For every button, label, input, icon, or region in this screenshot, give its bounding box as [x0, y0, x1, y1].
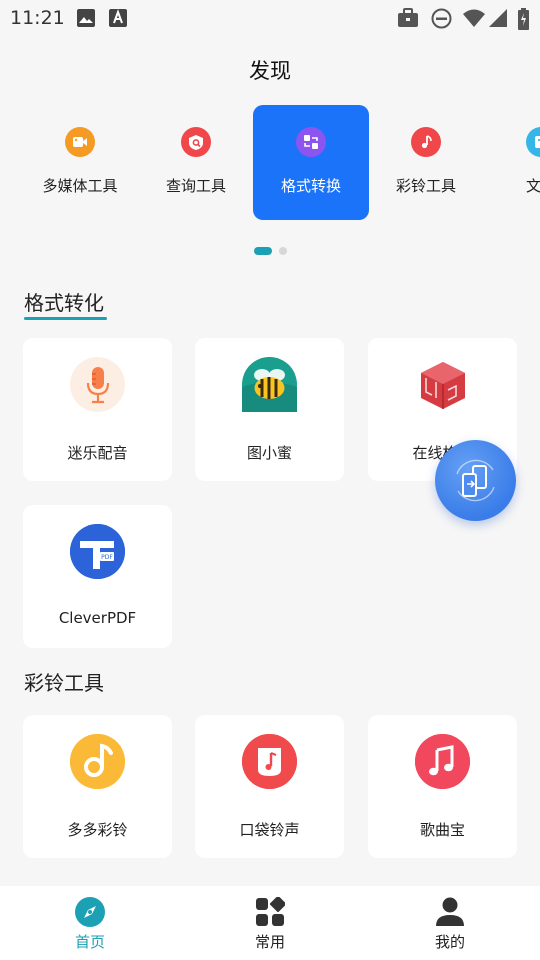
tab-label: 彩铃工具: [395, 177, 456, 195]
pocket-music-icon: [242, 734, 297, 789]
tab-query-tools[interactable]: 查询工具: [138, 105, 254, 220]
category-tabs: 多媒体工具 查询工具 格式转换 彩铃工具 文字: [0, 105, 540, 220]
app-card-duoduo-ringtone[interactable]: 多多彩铃: [23, 715, 172, 858]
a-box-icon: [109, 9, 127, 27]
cube-logo-icon: [415, 357, 470, 412]
text-icon: [526, 127, 540, 157]
shield-search-icon: [181, 127, 211, 157]
tab-format-conversion[interactable]: 格式转换: [253, 105, 369, 220]
app-card-gequbao[interactable]: 歌曲宝: [368, 715, 517, 858]
pdf-logo-icon: PDF: [70, 524, 125, 579]
tab-ringtone-tools[interactable]: 彩铃工具: [368, 105, 484, 220]
microphone-icon: [70, 357, 125, 412]
phone-transfer-icon: [456, 459, 495, 502]
image-icon: [77, 9, 95, 27]
app-label: 歌曲宝: [419, 821, 465, 839]
convert-icon: [296, 127, 326, 157]
app-label: 图小蜜: [246, 444, 292, 462]
person-icon: [436, 897, 464, 926]
nav-label: 常用: [254, 933, 285, 951]
bottom-navigation: 首页 常用 我的: [0, 886, 540, 960]
compass-icon: [75, 897, 105, 927]
signal-icon: [489, 9, 507, 27]
nav-common[interactable]: 常用: [180, 886, 360, 960]
briefcase-icon: [398, 8, 418, 27]
nav-label: 首页: [74, 933, 105, 951]
music-note-icon: [411, 127, 441, 157]
nav-mine[interactable]: 我的: [360, 886, 540, 960]
nav-label: 我的: [434, 933, 465, 951]
battery-icon: [518, 8, 529, 30]
tab-label: 多媒体工具: [42, 177, 118, 195]
section-title-ringtone: 彩铃工具: [24, 671, 104, 695]
do-not-disturb-icon: [431, 8, 452, 29]
page-dot: [279, 247, 287, 255]
wifi-icon: [463, 9, 485, 27]
page-dot-active: [254, 247, 272, 255]
tab-label: 查询工具: [165, 177, 226, 195]
music-note-icon: [70, 734, 125, 789]
app-label: CleverPDF: [58, 609, 137, 627]
music-notes-icon: [415, 734, 470, 789]
page-title: 发现: [249, 59, 291, 83]
grid-icon: [256, 897, 285, 926]
status-bar: 11:21: [0, 0, 540, 36]
app-card-tuxiaomi[interactable]: 图小蜜: [195, 338, 344, 481]
tab-label: 文字: [525, 177, 540, 195]
app-label: 迷乐配音: [67, 444, 128, 462]
app-label: 口袋铃声: [239, 821, 300, 839]
tab-text-tools[interactable]: 文字: [483, 105, 540, 220]
section-title-format: 格式转化: [24, 287, 107, 320]
svg-text:PDF: PDF: [101, 554, 113, 561]
app-card-mile-dubbing[interactable]: 迷乐配音: [23, 338, 172, 481]
nav-home[interactable]: 首页: [0, 886, 180, 960]
tab-multimedia-tools[interactable]: 多媒体工具: [22, 105, 138, 220]
app-card-pocket-ringtone[interactable]: 口袋铃声: [195, 715, 344, 858]
video-icon: [65, 127, 95, 157]
bee-icon: [242, 357, 297, 412]
floating-transfer-button[interactable]: [435, 440, 516, 521]
app-label: 多多彩铃: [67, 821, 128, 839]
tab-label: 格式转换: [280, 177, 341, 195]
app-card-cleverpdf[interactable]: PDF CleverPDF: [23, 505, 172, 648]
status-time: 11:21: [10, 7, 65, 29]
